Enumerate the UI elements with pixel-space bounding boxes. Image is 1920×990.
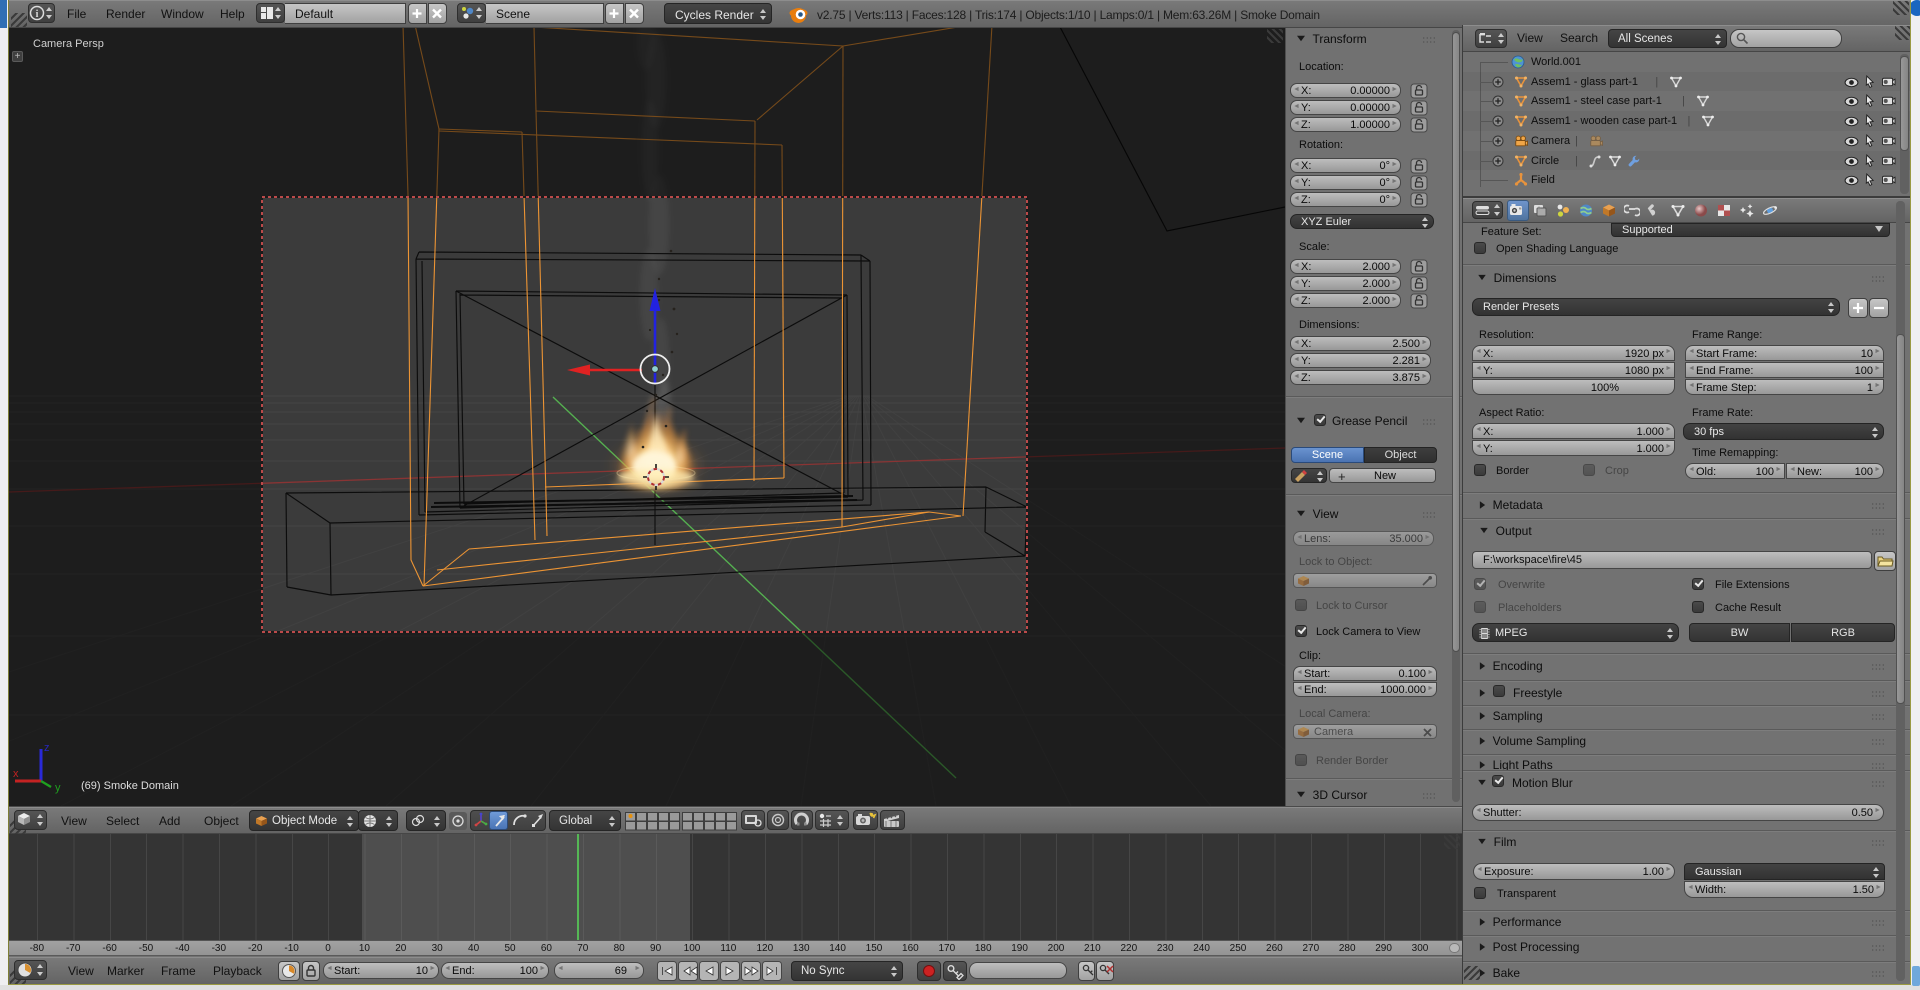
svg-text:y: y xyxy=(55,782,61,794)
svg-text:i: i xyxy=(36,9,39,20)
svg-text:x: x xyxy=(13,768,19,780)
svg-text:z: z xyxy=(44,742,50,754)
